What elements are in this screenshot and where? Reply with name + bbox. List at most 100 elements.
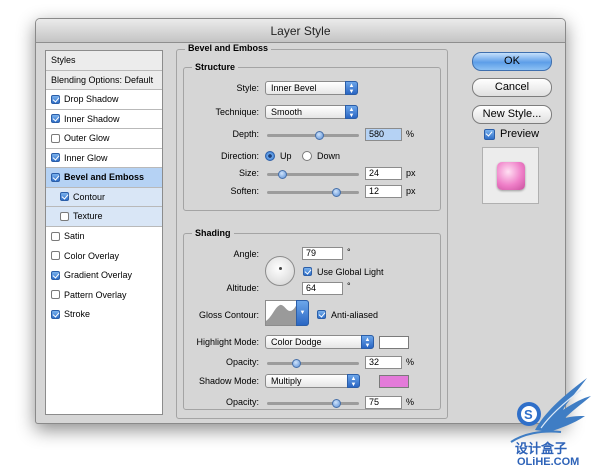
highlight-mode-popup[interactable]: Color Dodge ▲ ▼ — [265, 335, 374, 349]
direction-down-label: Down — [317, 151, 341, 161]
style-item-label: Texture — [73, 211, 103, 222]
anti-aliased-checkbox[interactable] — [317, 310, 326, 319]
popup-arrows-icon: ▲ ▼ — [347, 374, 360, 388]
contour-curve-icon — [266, 303, 298, 325]
preview-checkbox[interactable] — [484, 129, 495, 140]
drop-shadow-checkbox[interactable] — [51, 94, 60, 104]
shading-group: Shading Angle: 79 ° Use Global Light Alt… — [183, 228, 441, 410]
styles-header[interactable]: Styles — [46, 51, 162, 71]
shadow-opacity-slider[interactable] — [267, 399, 359, 408]
style-item-label: Satin — [64, 231, 85, 242]
style-item-label: Bevel and Emboss — [64, 172, 145, 183]
depth-label: Depth: — [232, 129, 259, 139]
gloss-contour-picker[interactable] — [265, 300, 299, 326]
style-item-outer-glow[interactable]: Outer Glow — [46, 129, 162, 149]
shadow-color-swatch[interactable] — [379, 375, 409, 388]
direction-label: Direction: — [220, 151, 259, 161]
shading-title: Shading — [192, 228, 234, 238]
style-item-label: Inner Glow — [64, 152, 108, 163]
shadow-mode-label: Shadow Mode: — [198, 376, 259, 386]
altitude-field[interactable]: 64 — [302, 282, 343, 295]
style-item-label: Color Overlay — [64, 250, 120, 261]
satin-checkbox[interactable] — [51, 231, 60, 241]
highlight-color-swatch[interactable] — [379, 336, 409, 349]
color-overlay-checkbox[interactable] — [51, 251, 60, 261]
watermark-chinese: 设计盒子 — [515, 441, 568, 456]
style-item-color-overlay[interactable]: Color Overlay — [46, 246, 162, 266]
style-popup[interactable]: Inner Bevel ▲ ▼ — [265, 81, 358, 95]
pattern-overlay-checkbox[interactable] — [51, 290, 60, 300]
shadow-opacity-label: Opacity: — [225, 397, 259, 407]
highlight-opacity-label: Opacity: — [225, 357, 259, 367]
size-unit: px — [406, 168, 416, 178]
direction-up-radio[interactable] — [265, 151, 275, 161]
style-item-stroke[interactable]: Stroke — [46, 305, 162, 325]
depth-field[interactable]: 580 — [365, 128, 402, 141]
size-label: Size: — [238, 168, 259, 178]
shadow-opacity-field[interactable]: 75 — [365, 396, 402, 409]
style-item-label: Drop Shadow — [64, 94, 119, 105]
style-item-inner-shadow[interactable]: Inner Shadow — [46, 110, 162, 129]
soften-slider[interactable] — [267, 188, 359, 197]
ok-button[interactable]: OK — [472, 52, 552, 71]
outer-glow-checkbox[interactable] — [51, 133, 60, 143]
depth-unit: % — [406, 129, 415, 139]
style-label: Style: — [236, 83, 259, 93]
new-style-button[interactable]: New Style... — [472, 105, 552, 124]
shadow-opacity-knob[interactable] — [332, 399, 341, 408]
style-popup-value: Inner Bevel — [271, 83, 317, 93]
inner-shadow-checkbox[interactable] — [51, 114, 60, 124]
angle-field[interactable]: 79 — [302, 247, 343, 260]
texture-checkbox[interactable] — [60, 211, 69, 221]
contour-checkbox[interactable] — [60, 192, 69, 202]
altitude-label: Altitude: — [226, 283, 259, 293]
technique-popup[interactable]: Smooth ▲ ▼ — [265, 105, 358, 119]
depth-slider-knob[interactable] — [315, 131, 325, 140]
popup-arrows-icon: ▲ ▼ — [361, 335, 374, 349]
gradient-overlay-checkbox[interactable] — [51, 270, 60, 280]
inner-glow-checkbox[interactable] — [51, 153, 60, 163]
bevel-emboss-checkbox[interactable] — [51, 172, 60, 182]
layer-style-dialog: Layer Style Styles Blending Options: Def… — [35, 18, 566, 424]
soften-field[interactable]: 12 — [365, 185, 402, 198]
gloss-contour-dropdown[interactable]: ▼ — [296, 300, 309, 326]
bevel-emboss-title: Bevel and Emboss — [185, 43, 272, 53]
preview-swatch — [497, 162, 525, 190]
shadow-mode-value: Multiply — [271, 376, 302, 386]
cancel-button[interactable]: Cancel — [472, 78, 552, 97]
size-field[interactable]: 24 — [365, 167, 402, 180]
style-item-label: Gradient Overlay — [64, 270, 133, 281]
style-item-inner-glow[interactable]: Inner Glow — [46, 149, 162, 168]
global-light-label: Use Global Light — [317, 267, 384, 277]
style-item-gradient-overlay[interactable]: Gradient Overlay — [46, 266, 162, 286]
style-item-pattern-overlay[interactable]: Pattern Overlay — [46, 285, 162, 305]
direction-down-radio[interactable] — [302, 151, 312, 161]
shadow-mode-popup[interactable]: Multiply ▲ ▼ — [265, 374, 360, 388]
style-item-bevel-emboss[interactable]: Bevel and Emboss — [46, 168, 162, 188]
style-item-drop-shadow[interactable]: Drop Shadow — [46, 90, 162, 110]
depth-slider[interactable] — [267, 131, 359, 140]
style-item-satin[interactable]: Satin — [46, 227, 162, 247]
stroke-checkbox[interactable] — [51, 309, 60, 319]
blending-options[interactable]: Blending Options: Default — [46, 70, 162, 90]
size-slider-knob[interactable] — [277, 170, 287, 179]
shadow-opacity-unit: % — [406, 397, 415, 407]
direction-up-label: Up — [280, 151, 292, 161]
size-slider[interactable] — [267, 170, 359, 179]
style-item-contour[interactable]: Contour — [46, 187, 162, 207]
highlight-opacity-knob[interactable] — [292, 359, 302, 368]
global-light-checkbox[interactable] — [303, 267, 312, 276]
technique-label: Technique: — [215, 107, 259, 117]
soften-slider-knob[interactable] — [332, 188, 341, 197]
popup-arrows-icon: ▲ ▼ — [345, 81, 358, 95]
preview-thumbnail — [482, 147, 539, 204]
highlight-mode-label: Highlight Mode: — [196, 337, 259, 347]
style-item-label: Pattern Overlay — [64, 289, 127, 300]
style-item-texture[interactable]: Texture — [46, 207, 162, 227]
style-item-label: Inner Shadow — [64, 113, 120, 124]
structure-group: Structure Style: Inner Bevel ▲ ▼ Technique… — [183, 62, 441, 211]
highlight-opacity-field[interactable]: 32 — [365, 356, 402, 369]
technique-popup-value: Smooth — [271, 107, 303, 117]
angle-wheel[interactable] — [265, 256, 295, 286]
highlight-opacity-slider[interactable] — [267, 359, 359, 368]
